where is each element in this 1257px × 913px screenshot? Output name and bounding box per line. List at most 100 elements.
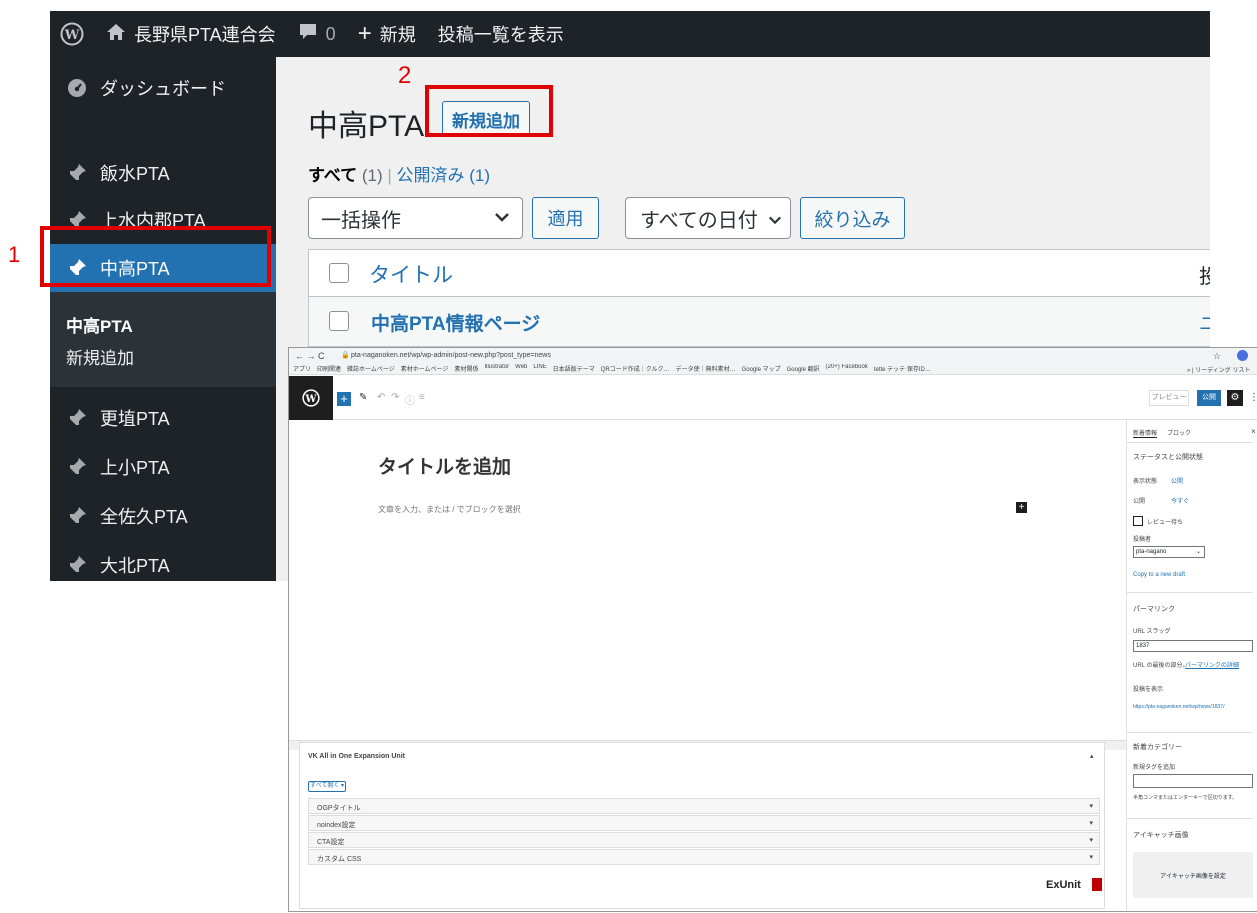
reading-list[interactable]: » | リーディング リスト [1187, 365, 1250, 374]
chevron-down-icon [494, 208, 510, 231]
browser-nav-icons[interactable]: ← → C [295, 351, 325, 361]
inline-add-block-icon[interactable]: + [1016, 502, 1027, 513]
edit-pencil-icon[interactable]: ✎ [359, 392, 367, 403]
visibility-value[interactable]: 公開 [1171, 476, 1183, 485]
author-value: pta-nagano [1136, 549, 1167, 555]
bookmark-item[interactable]: 素材ホームページ [401, 364, 449, 374]
bookmark-item[interactable]: データ使｜無料素材… [676, 364, 736, 374]
sidebar-item-koshoku[interactable]: 更埴PTA [50, 394, 276, 442]
collapse-icon[interactable]: ▴ [1090, 752, 1094, 760]
bookmark-item[interactable]: Web [515, 364, 527, 374]
permalink-details-link[interactable]: パーマリンクの詳細 [1185, 660, 1239, 669]
post-url-link[interactable]: https://pta-naganoken.net/wp/news/1837/ [1133, 704, 1224, 710]
set-featured-image-button[interactable]: アイキャッチ画像を設定 [1133, 852, 1253, 898]
wordpress-logo-icon[interactable]: W [60, 22, 84, 46]
svg-text:W: W [64, 28, 80, 43]
publish-button[interactable]: 公開 [1197, 390, 1221, 406]
pending-review-checkbox[interactable] [1133, 516, 1143, 526]
list-view-icon[interactable]: ≡ [419, 392, 425, 403]
sidebar-item-iisui[interactable]: 飯水PTA [50, 149, 276, 197]
vk-row-ogp[interactable]: OGPタイトル ▾ [308, 798, 1100, 814]
settings-gear-icon[interactable]: ⚙ [1227, 390, 1243, 406]
sidebar-label: 上小PTA [100, 458, 170, 478]
category-panel-title[interactable]: 新着カテゴリー [1133, 742, 1182, 752]
status-filters: すべて (1) | 公開済み (1) [308, 161, 490, 186]
bookmark-item[interactable]: (20+) Facebook [826, 364, 868, 374]
author-label: 投稿者 [1133, 537, 1152, 543]
undo-icon[interactable]: ↶ [377, 392, 385, 403]
site-name-link[interactable]: 長野県PTA連合会 [106, 21, 276, 47]
redo-icon[interactable]: ↷ [391, 392, 399, 403]
submenu-chuko[interactable]: 中高PTA [66, 312, 133, 337]
bulk-action-select[interactable]: 一括操作 [308, 197, 523, 239]
status-panel-title[interactable]: ステータスと公開状態 [1133, 452, 1203, 462]
bookmark-item[interactable]: Google マップ [742, 364, 781, 374]
add-tag-label: 新規タグを追加 [1133, 765, 1176, 771]
featured-panel-title[interactable]: アイキャッチ画像 [1133, 830, 1189, 840]
bookmark-item[interactable]: Illustrator [484, 364, 509, 374]
address-bar[interactable]: pta-naganoken.net/wp/wp-admin/post-new.p… [351, 352, 551, 359]
tab-post[interactable]: 新着情報 [1133, 428, 1158, 438]
sidebar-item-joshou[interactable]: 上小PTA [50, 443, 276, 491]
filter-published[interactable]: 公開済み (1) [397, 166, 491, 185]
submenu-add-new[interactable]: 新規追加 [66, 344, 134, 369]
sidebar-item-zensaku[interactable]: 全佐久PTA [50, 492, 276, 540]
apply-button[interactable]: 適用 [532, 197, 599, 239]
view-posts-link[interactable]: 投稿一覧を表示 [438, 21, 564, 47]
info-icon[interactable]: ⓘ [405, 392, 415, 407]
exunit-logo: ExUnit [1046, 879, 1081, 891]
col-title[interactable]: タイトル [369, 259, 453, 289]
row-checkbox[interactable] [329, 311, 349, 331]
row-title-link[interactable]: 中高PTA情報ページ [371, 309, 540, 336]
pin-icon [64, 505, 90, 527]
bookmark-item[interactable]: 印刷関連 [317, 364, 341, 374]
open-all-button[interactable]: すべて開く ▾ [308, 781, 346, 792]
more-options-icon[interactable]: ⋮ [1249, 392, 1257, 403]
vk-row-cta[interactable]: CTA設定 ▾ [308, 832, 1100, 848]
sidebar-label: 全佐久PTA [100, 507, 188, 527]
star-icon[interactable]: ☆ [1213, 351, 1221, 362]
site-name: 長野県PTA連合会 [134, 25, 276, 45]
sidebar-item-daihoku[interactable]: 大北PTA [50, 541, 276, 581]
post-body-input[interactable]: 文章を入力、または / でブロックを選択 [378, 504, 521, 515]
comments-link[interactable]: 0 [298, 22, 336, 47]
tab-block[interactable]: ブロック [1167, 428, 1191, 437]
chevron-down-icon: ⌄ [1195, 549, 1201, 555]
permalink-panel-title[interactable]: パーマリンク [1133, 604, 1175, 614]
sidebar-item-dashboard[interactable]: ダッシュボード [50, 57, 276, 119]
add-tag-input[interactable] [1133, 774, 1253, 788]
step-number-2: 2 [398, 62, 412, 89]
vk-row-noindex[interactable]: noindex設定 ▾ [308, 815, 1100, 831]
copy-draft-link[interactable]: Copy to a new draft [1133, 572, 1185, 578]
bookmark-item[interactable]: tette テッテ 保存ID… [874, 364, 931, 374]
preview-button[interactable]: プレビュー [1149, 390, 1189, 406]
bookmark-item[interactable]: LINE [533, 364, 546, 374]
bookmark-item[interactable]: 素材関係 [454, 364, 478, 374]
editor-toolbar: W + ✎ ↶ ↷ ⓘ ≡ プレビュー 公開 ⚙ ⋮ [289, 376, 1257, 420]
panel-divider [1127, 732, 1253, 733]
wordpress-logo-icon[interactable]: W [289, 376, 333, 420]
panel-divider [1127, 442, 1253, 443]
close-sidebar-icon[interactable]: × [1251, 427, 1256, 436]
add-block-icon[interactable]: + [337, 392, 351, 406]
publish-value[interactable]: 今すぐ [1171, 496, 1189, 505]
date-filter-select[interactable]: すべての日付 [625, 197, 791, 239]
author-select[interactable]: pta-nagano ⌄ [1133, 546, 1205, 558]
visibility-label: 表示状態 [1133, 479, 1158, 485]
bookmark-item[interactable]: アプリ [293, 364, 311, 374]
bookmark-item[interactable]: 雑誌ホームページ [347, 364, 395, 374]
vk-row-label: カスタム CSS [317, 856, 362, 863]
url-slug-input[interactable]: 1837 [1133, 640, 1253, 652]
new-content-link[interactable]: + 新規 [358, 21, 416, 47]
plus-icon: + [357, 20, 372, 47]
avatar[interactable] [1237, 350, 1248, 361]
dropdown-arrow-icon: ▾ [1089, 803, 1093, 810]
post-title-input[interactable]: タイトルを追加 [378, 452, 511, 479]
filter-button[interactable]: 絞り込み [800, 197, 905, 239]
bookmark-item[interactable]: Google 翻訳 [787, 364, 820, 374]
vk-row-css[interactable]: カスタム CSS ▾ [308, 849, 1100, 865]
filter-all[interactable]: すべて [308, 166, 357, 185]
select-all-checkbox[interactable] [329, 263, 349, 283]
bookmark-item[interactable]: 日本語版テーマ [553, 364, 595, 374]
bookmark-item[interactable]: QRコード作成｜クルク… [601, 364, 670, 374]
